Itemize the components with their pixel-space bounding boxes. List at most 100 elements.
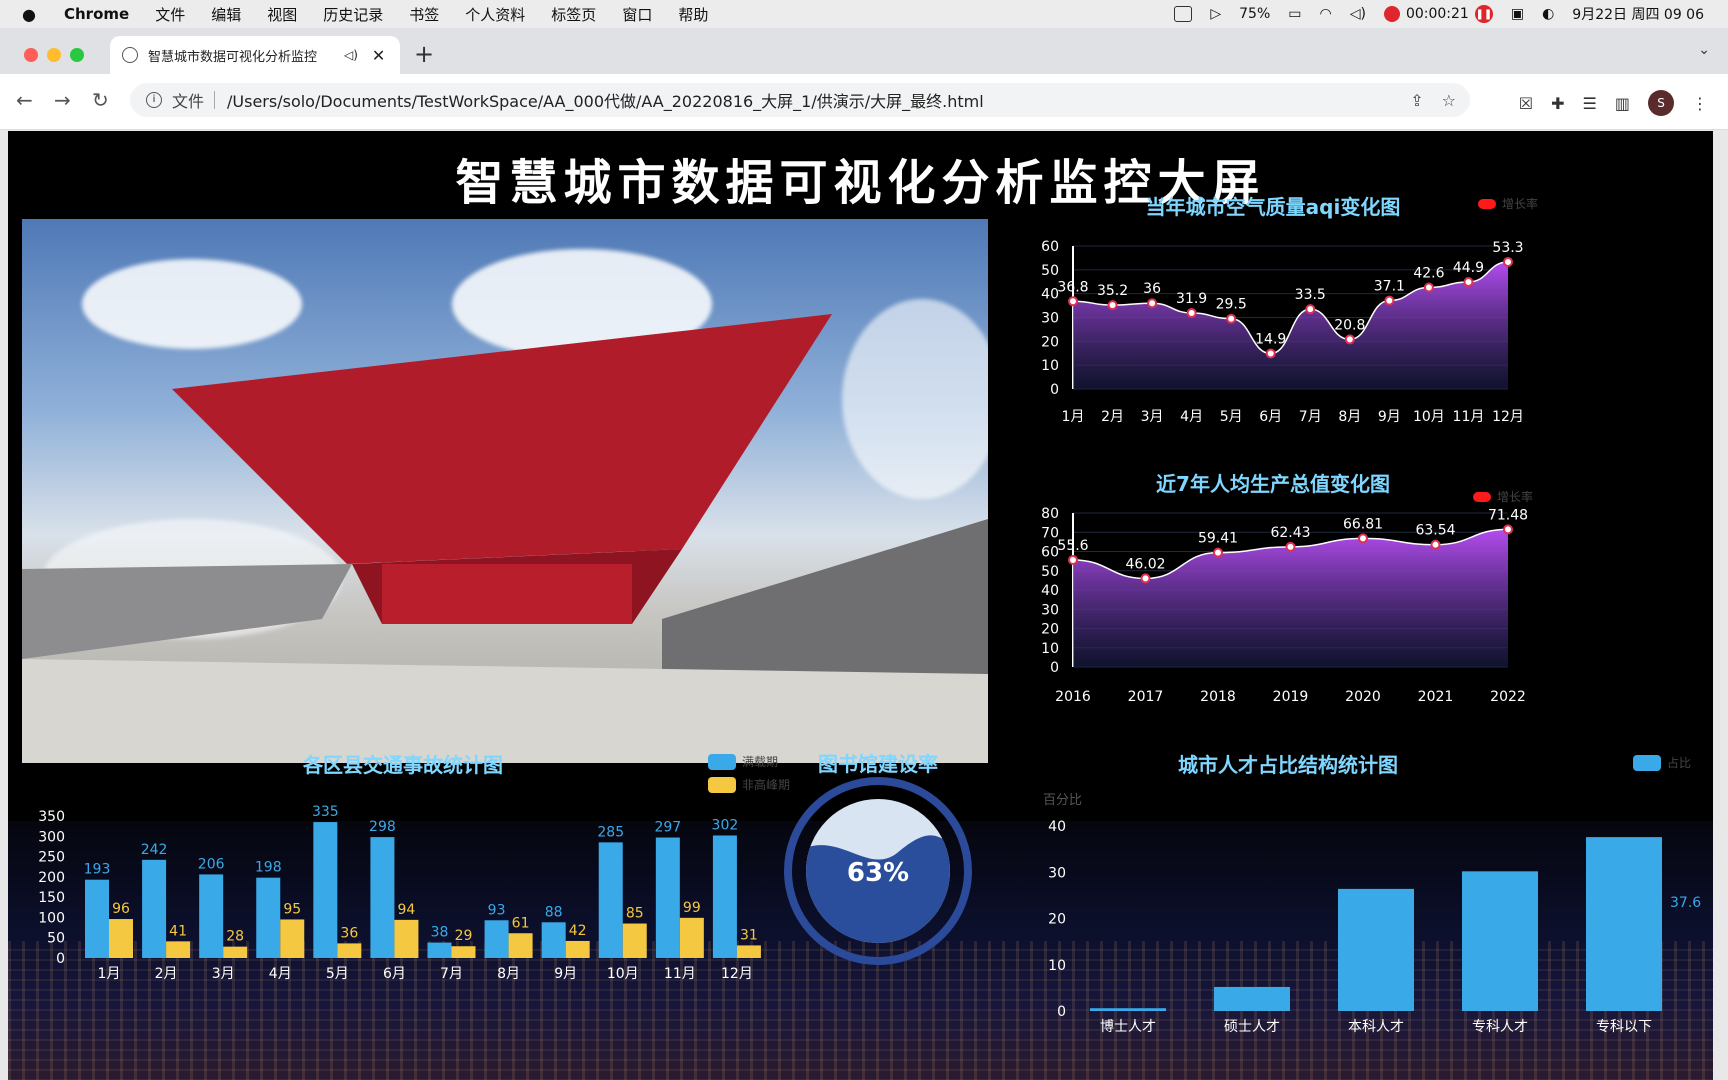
bar-label-b: 42: [569, 923, 587, 939]
zoom-window-button[interactable]: [70, 48, 84, 62]
data-point: [1503, 524, 1513, 535]
forward-button[interactable]: →: [54, 88, 71, 112]
legend-swatch: [1478, 198, 1496, 209]
x-tick-label: 5月: [326, 966, 349, 982]
back-button[interactable]: ←: [16, 88, 33, 112]
talent-legend[interactable]: 占比: [1633, 754, 1691, 771]
left-building: [22, 564, 352, 659]
bar-label-a: 285: [597, 824, 624, 840]
menu-bookmarks[interactable]: 书签: [409, 4, 439, 25]
close-tab-icon[interactable]: ✕: [372, 46, 385, 65]
menu-tab[interactable]: 标签页: [551, 4, 596, 25]
omnibox-divider: [214, 91, 216, 109]
wifi-icon[interactable]: ◠: [1320, 6, 1332, 22]
tab-active[interactable]: 智慧城市数据可视化分析监控 ◁) ✕: [110, 36, 400, 74]
photo-app-icon[interactable]: ▣: [1511, 6, 1524, 22]
legend-item-a[interactable]: 满载期: [708, 753, 778, 770]
more-menu-icon[interactable]: ⋮: [1692, 94, 1708, 113]
data-point: [1265, 348, 1276, 359]
extension-x-icon[interactable]: ☒: [1519, 94, 1533, 113]
data-label: 36: [1143, 281, 1161, 297]
url-text[interactable]: /Users/solo/Documents/TestWorkSpace/AA_0…: [227, 88, 984, 112]
menu-edit[interactable]: 编辑: [211, 4, 241, 25]
bookmark-star-icon[interactable]: ☆: [1442, 91, 1456, 110]
window-controls: [24, 48, 84, 62]
bar-label-a: 193: [84, 862, 111, 878]
close-window-button[interactable]: [24, 48, 38, 62]
volume-icon[interactable]: ◁): [1350, 6, 1366, 22]
bar-series-b: [280, 919, 305, 958]
aqi-legend[interactable]: 增长率: [1478, 195, 1538, 212]
data-point: [1186, 307, 1197, 318]
menubar-datetime[interactable]: 9月22日 周四 09 06: [1572, 4, 1704, 24]
bar-series-b: [679, 917, 704, 958]
info-icon[interactable]: i: [146, 92, 162, 108]
input-method-icon[interactable]: [1174, 6, 1193, 22]
data-point: [1068, 296, 1078, 307]
pause-icon[interactable]: ❚❚: [1474, 5, 1493, 23]
address-bar[interactable]: i 文件 /Users/solo/Documents/TestWorkSpace…: [130, 83, 1470, 117]
play-icon[interactable]: ▷: [1210, 6, 1221, 22]
y-tick-label: 200: [38, 870, 65, 886]
bar-series-b: [337, 943, 362, 958]
x-tick-label: 9月: [1378, 409, 1401, 425]
data-point: [1107, 300, 1118, 311]
y-tick-label: 0: [56, 951, 65, 967]
aqi-line-chart: 60 50 40 30 20 10 0 36.8 1月 35.2 2月 36 3月 31.9 4月 29.5 5…: [1041, 239, 1524, 425]
extensions-puzzle-icon[interactable]: ✚: [1551, 94, 1564, 113]
menu-view[interactable]: 视图: [267, 4, 297, 25]
control-center-icon[interactable]: ◐: [1542, 6, 1554, 22]
bar-label-a: 302: [712, 817, 739, 833]
battery-icon[interactable]: ▭: [1288, 6, 1301, 22]
data-point: [1305, 304, 1316, 315]
x-tick-label: 2021: [1418, 689, 1454, 705]
aqi-legend-label: 增长率: [1502, 197, 1539, 211]
menu-profiles[interactable]: 个人资料: [465, 4, 525, 25]
x-tick-label: 博士人才: [1100, 1018, 1156, 1035]
media-controls-icon[interactable]: ☰: [1583, 94, 1597, 113]
side-panel-icon[interactable]: ▥: [1615, 94, 1630, 113]
bar-series-a: [142, 859, 167, 958]
y-tick-label: 60: [1041, 239, 1059, 255]
data-point: [1213, 547, 1223, 558]
menu-history[interactable]: 历史记录: [323, 4, 383, 25]
data-point: [1285, 541, 1296, 552]
new-tab-button[interactable]: +: [414, 40, 434, 68]
bar-series-b: [223, 946, 248, 958]
x-tick-label: 2019: [1273, 689, 1309, 705]
data-point: [1068, 554, 1078, 565]
bar-label-a: 88: [545, 904, 563, 920]
menu-help[interactable]: 帮助: [678, 4, 708, 25]
menu-window[interactable]: 窗口: [622, 4, 652, 25]
talent-bar: [1586, 837, 1662, 1011]
menu-file[interactable]: 文件: [155, 4, 185, 25]
tab-search-chevron-icon[interactable]: ⌄: [1698, 42, 1710, 58]
x-tick-label: 4月: [269, 966, 292, 982]
bar-label-b: 36: [340, 925, 358, 941]
data-label: 29.5: [1216, 297, 1247, 313]
screen-recording-indicator[interactable]: 00:00:21 ❚❚: [1383, 5, 1493, 23]
talent-value-label: 37.6: [1670, 895, 1701, 911]
profile-avatar[interactable]: S: [1648, 90, 1674, 116]
bar-series-a: [313, 822, 338, 958]
data-point: [1226, 313, 1237, 324]
record-icon: [1383, 6, 1400, 22]
data-label: 62.43: [1270, 525, 1310, 541]
data-label: 53.3: [1492, 240, 1523, 256]
menubar-app-name[interactable]: Chrome: [64, 5, 129, 23]
data-point: [1463, 276, 1474, 287]
x-tick-label: 2016: [1055, 689, 1091, 705]
data-label: 55.6: [1057, 538, 1088, 554]
gauge-value-label: 63%: [847, 858, 909, 888]
bar-series-a: [598, 842, 623, 958]
apple-icon[interactable]: ●: [22, 5, 52, 24]
speaker-icon[interactable]: ◁): [344, 48, 358, 62]
y-tick-label: 350: [38, 809, 65, 825]
minimize-window-button[interactable]: [47, 48, 61, 62]
reload-button[interactable]: ↻: [92, 88, 109, 112]
x-tick-label: 6月: [1259, 409, 1282, 425]
data-label: 71.48: [1488, 507, 1528, 523]
x-tick-label: 本科人才: [1348, 1019, 1404, 1035]
share-icon[interactable]: ⇪: [1410, 91, 1423, 110]
bar-series-b: [166, 941, 191, 958]
